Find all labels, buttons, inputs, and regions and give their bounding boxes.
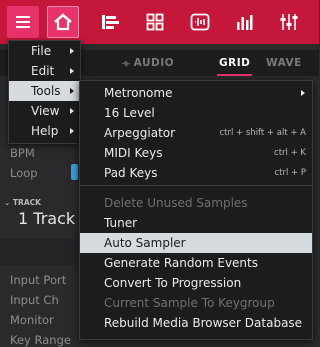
chevron-right-icon bbox=[70, 88, 74, 94]
menu-item-convert-to-progression[interactable]: Convert To Progression bbox=[80, 273, 312, 293]
mixer-bars-icon bbox=[235, 13, 253, 31]
loop-toggle[interactable] bbox=[71, 164, 78, 180]
menu-item-16-level[interactable]: 16 Level bbox=[80, 103, 312, 123]
menu-item-label: Delete Unused Samples bbox=[104, 196, 248, 210]
menu-item-label: Tools bbox=[31, 84, 61, 98]
main-menu: File Edit Tools View Help bbox=[8, 40, 81, 144]
tools-submenu: Metronome 16 Level Arpeggiator ctrl + sh… bbox=[79, 80, 313, 340]
grid-icon bbox=[146, 13, 164, 31]
menu-item-label: Rebuild Media Browser Database bbox=[104, 316, 303, 330]
chevron-right-icon bbox=[301, 90, 305, 96]
monitor-label: Monitor bbox=[10, 313, 54, 327]
shortcut-label: ctrl + shift + alt + A bbox=[219, 128, 306, 138]
input-ch-label: Input Ch bbox=[10, 293, 59, 307]
menu-item-auto-sampler[interactable]: Auto Sampler bbox=[80, 233, 312, 253]
channel-mixer-button[interactable] bbox=[273, 6, 305, 38]
menu-item-label: 16 Level bbox=[104, 106, 155, 120]
home-icon bbox=[53, 13, 73, 31]
track-header-label: TRACK bbox=[12, 198, 41, 207]
tab-grid[interactable]: GRID bbox=[216, 50, 253, 76]
tab-wave[interactable]: WAVE bbox=[266, 50, 302, 76]
menu-item-label: Edit bbox=[31, 64, 55, 78]
menu-item-help[interactable]: Help bbox=[9, 121, 80, 141]
menu-item-tuner[interactable]: Tuner bbox=[80, 213, 312, 233]
chevron-down-icon: ⌄ bbox=[4, 198, 11, 207]
menu-item-edit[interactable]: Edit bbox=[9, 61, 80, 81]
menu-item-label: MIDI Keys bbox=[104, 146, 163, 160]
menu-item-rebuild-media-browser-database[interactable]: Rebuild Media Browser Database bbox=[80, 313, 312, 333]
menu-item-view[interactable]: View bbox=[9, 101, 80, 121]
timeline-button[interactable] bbox=[94, 6, 126, 38]
menu-item-delete-unused-samples: Delete Unused Samples bbox=[80, 193, 312, 213]
menu-item-label: Current Sample To Keygroup bbox=[104, 296, 275, 310]
audio-tab-icon: ⟛ bbox=[122, 59, 131, 69]
loop-label: Loop bbox=[10, 166, 38, 180]
tab-audio[interactable]: ⟛ AUDIO bbox=[122, 50, 174, 76]
chevron-right-icon bbox=[70, 108, 74, 114]
tab-grid-label: GRID bbox=[219, 57, 251, 69]
menu-item-midi-keys[interactable]: MIDI Keys ctrl + K bbox=[80, 143, 312, 163]
track-toolbar bbox=[0, 239, 78, 265]
chevron-right-icon bbox=[70, 128, 74, 134]
input-port-label: Input Port bbox=[10, 273, 67, 287]
shortcut-label: ctrl + P bbox=[274, 168, 306, 178]
mixer-button[interactable] bbox=[228, 6, 260, 38]
menu-item-label: Metronome bbox=[104, 86, 173, 100]
tab-audio-label: AUDIO bbox=[133, 57, 175, 69]
bpm-label: BPM bbox=[10, 146, 35, 160]
menu-item-label: Pad Keys bbox=[104, 166, 158, 180]
menu-item-label: File bbox=[31, 44, 52, 58]
chevron-right-icon bbox=[70, 68, 74, 74]
menu-item-generate-random-events[interactable]: Generate Random Events bbox=[80, 253, 312, 273]
home-button[interactable] bbox=[47, 6, 79, 38]
menu-item-tools[interactable]: Tools bbox=[9, 81, 80, 101]
hamburger-menu-icon bbox=[15, 15, 31, 29]
timeline-icon bbox=[100, 13, 120, 31]
menu-item-file[interactable]: File bbox=[9, 41, 80, 61]
menu-item-label: Help bbox=[31, 124, 59, 138]
grid-view-button[interactable] bbox=[139, 6, 171, 38]
menu-item-label: Generate Random Events bbox=[104, 256, 258, 270]
menu-item-label: Auto Sampler bbox=[104, 236, 186, 250]
menu-item-metronome[interactable]: Metronome bbox=[80, 83, 312, 103]
menu-item-label: View bbox=[31, 104, 60, 118]
menu-separator bbox=[80, 185, 312, 186]
menu-item-label: Tuner bbox=[104, 216, 138, 230]
tab-wave-label: WAVE bbox=[266, 57, 302, 69]
shortcut-label: ctrl + K bbox=[274, 148, 306, 158]
top-toolbar bbox=[0, 0, 319, 44]
menu-item-label: Arpeggiator bbox=[104, 126, 176, 140]
menu-item-pad-keys[interactable]: Pad Keys ctrl + P bbox=[80, 163, 312, 183]
sample-edit-button[interactable] bbox=[184, 6, 216, 38]
menu-item-arpeggiator[interactable]: Arpeggiator ctrl + shift + alt + A bbox=[80, 123, 312, 143]
hamburger-menu-button[interactable] bbox=[7, 6, 39, 38]
menu-item-current-sample-to-keygroup: Current Sample To Keygroup bbox=[80, 293, 312, 313]
menu-item-label: Convert To Progression bbox=[104, 276, 242, 290]
chevron-right-icon bbox=[70, 48, 74, 54]
key-range-label: Key Range bbox=[10, 333, 71, 347]
track-section-header[interactable]: ⌄ TRACK bbox=[4, 198, 41, 207]
sliders-icon bbox=[279, 13, 299, 31]
waveform-icon bbox=[190, 13, 210, 31]
